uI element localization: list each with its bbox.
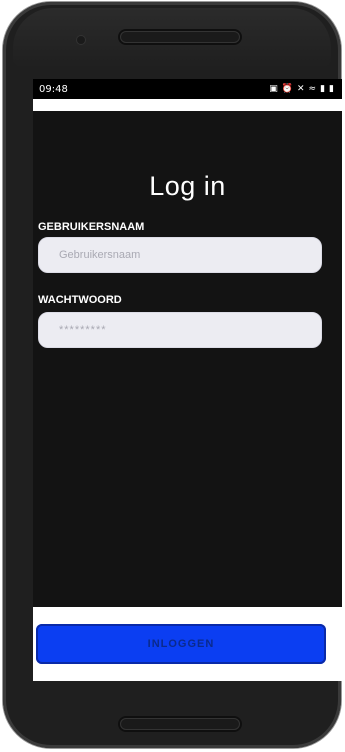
status-bar: 09:48 ▣ ⏰ ✕ ≈ ▮ ▮ <box>33 79 342 99</box>
wifi-icon: ≈ <box>308 84 317 94</box>
password-placeholder: ********* <box>59 324 107 336</box>
front-camera <box>77 36 85 44</box>
alarm-icon: ⏰ <box>281 84 293 94</box>
lock-icon: ▣ <box>269 84 278 94</box>
status-divider <box>33 99 342 111</box>
app-screen: 09:48 ▣ ⏰ ✕ ≈ ▮ ▮ Log in GEBRUIKERSNAAM … <box>33 79 342 681</box>
password-label: WACHTWOORD <box>38 294 122 306</box>
login-button[interactable]: INLOGGEN <box>36 624 326 664</box>
bottom-speaker <box>120 718 240 730</box>
signal-icon: ▮ <box>320 84 326 94</box>
battery-icon: ▮ <box>329 84 334 94</box>
status-time: 09:48 <box>39 83 68 95</box>
username-label: GEBRUIKERSNAAM <box>38 221 145 233</box>
mute-icon: ✕ <box>297 84 305 94</box>
earpiece-speaker <box>120 31 240 43</box>
password-input[interactable]: ********* <box>38 312 322 348</box>
username-input[interactable]: Gebruikersnaam <box>38 237 322 273</box>
username-placeholder: Gebruikersnaam <box>59 249 141 261</box>
page-title: Log in <box>149 171 226 201</box>
status-icons: ▣ ⏰ ✕ ≈ ▮ ▮ <box>269 84 334 94</box>
